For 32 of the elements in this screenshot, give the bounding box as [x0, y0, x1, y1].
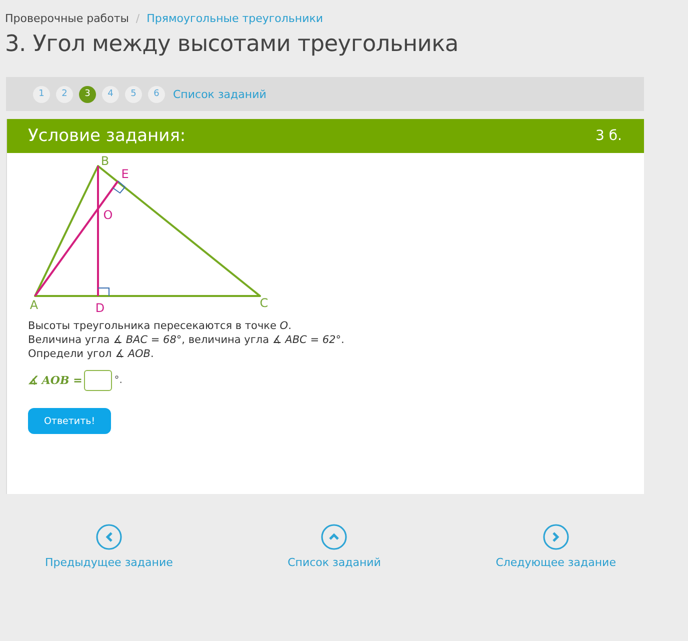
problem-text: Высоты треугольника пересекаются в точке O.	[28, 319, 292, 333]
chevron-left-icon[interactable]	[96, 524, 122, 550]
page-button[interactable]: 2	[56, 86, 73, 102]
answer-label: ∡ AOB =	[28, 374, 82, 387]
point-label: D	[95, 301, 105, 315]
task-heading: Условие задания:	[28, 126, 186, 146]
task-list-link[interactable]: Список заданий	[173, 88, 266, 100]
page-button[interactable]: 6	[148, 86, 165, 102]
chevron-up-icon[interactable]	[321, 524, 348, 550]
point-label: O	[103, 208, 113, 222]
breadcrumb-item: Проверочные работы	[5, 12, 129, 25]
nav-link[interactable]: Следующее задание	[496, 556, 616, 569]
point-label: B	[100, 154, 110, 168]
point-label: A	[30, 298, 38, 312]
page-title: 3. Угол между высотами треугольника	[5, 30, 460, 59]
page-button[interactable]: 4	[102, 86, 119, 102]
problem-text: Величина угла ∡ BAC = 68°, величина угла ∡ ABC = 62°.	[28, 333, 346, 347]
page-button[interactable]: 1	[33, 86, 50, 102]
nav-link[interactable]: Список заданий	[288, 556, 381, 569]
degree-sign: °.	[114, 375, 122, 386]
breadcrumb-link[interactable]: Прямоугольные треугольники	[146, 12, 324, 25]
score-label: 3 б.	[596, 128, 622, 144]
answer-field[interactable]	[84, 370, 112, 391]
point-label: E	[121, 167, 129, 181]
page-button[interactable]: 3	[79, 86, 96, 102]
point-label: C	[260, 296, 268, 310]
submit-button[interactable]: Ответить!	[28, 408, 111, 434]
nav-link[interactable]: Предыдущее задание	[45, 556, 173, 569]
breadcrumb-separator: /	[136, 12, 140, 25]
chevron-right-icon[interactable]	[542, 524, 569, 550]
problem-text: Определи угол ∡ AOB.	[28, 347, 155, 361]
page-button[interactable]: 5	[125, 86, 142, 102]
